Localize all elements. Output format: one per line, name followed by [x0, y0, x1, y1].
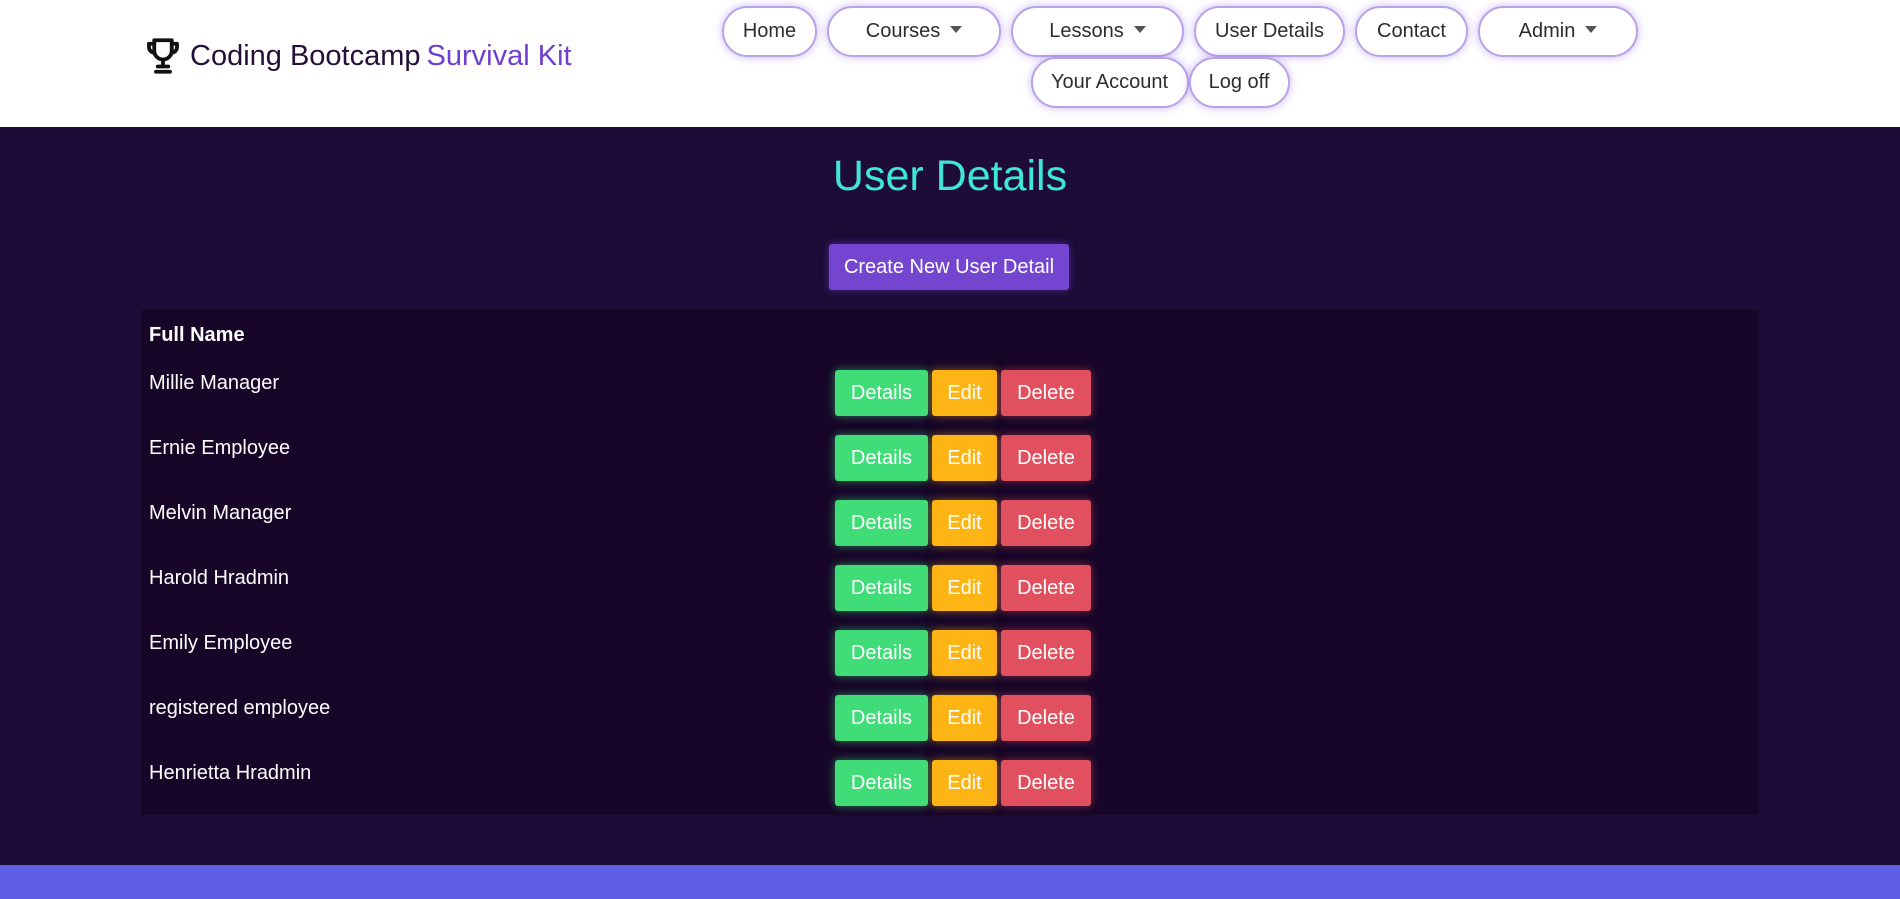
- site-footer: [0, 865, 1900, 899]
- edit-button[interactable]: Edit: [932, 630, 997, 676]
- table-row: registered employee Details Edit Delete: [141, 695, 1759, 760]
- details-button[interactable]: Details: [835, 630, 928, 676]
- full-name-cell: Ernie Employee: [149, 437, 291, 459]
- delete-button[interactable]: Delete: [1001, 435, 1091, 481]
- column-header-full-name: Full Name: [149, 324, 245, 346]
- table-row: Melvin Manager Details Edit Delete: [141, 500, 1759, 565]
- trophy-icon: [142, 35, 184, 77]
- delete-button[interactable]: Delete: [1001, 565, 1091, 611]
- chevron-down-icon: [950, 26, 963, 33]
- full-name-cell: Henrietta Hradmin: [149, 762, 312, 784]
- row-actions: Details Edit Delete: [835, 435, 1091, 481]
- edit-button[interactable]: Edit: [932, 500, 997, 546]
- nav-courses-dropdown[interactable]: Courses: [827, 6, 1001, 57]
- full-name-cell: Melvin Manager: [149, 502, 292, 524]
- full-name-cell: Harold Hradmin: [149, 567, 290, 589]
- edit-button[interactable]: Edit: [932, 695, 997, 741]
- row-actions: Details Edit Delete: [835, 370, 1091, 416]
- nav-courses-label: Courses: [865, 20, 941, 42]
- page-title: User Details: [832, 152, 1068, 200]
- delete-button[interactable]: Delete: [1001, 370, 1091, 416]
- details-button[interactable]: Details: [835, 370, 928, 416]
- user-details-table: Full Name Millie Manager Details Edit De…: [141, 310, 1759, 815]
- full-name-cell: registered employee: [149, 697, 331, 719]
- edit-button[interactable]: Edit: [932, 435, 997, 481]
- nav-your-account-label: Your Account: [1050, 71, 1169, 93]
- details-button[interactable]: Details: [835, 500, 928, 546]
- nav-user-details-label: User Details: [1215, 20, 1324, 42]
- nav-contact-label: Contact: [1377, 20, 1446, 42]
- details-button[interactable]: Details: [835, 435, 928, 481]
- delete-button[interactable]: Delete: [1001, 760, 1091, 806]
- details-button[interactable]: Details: [835, 695, 928, 741]
- nav-admin-label: Admin: [1518, 20, 1576, 42]
- delete-button[interactable]: Delete: [1001, 630, 1091, 676]
- nav-home-label: Home: [742, 20, 797, 42]
- delete-button[interactable]: Delete: [1001, 500, 1091, 546]
- row-actions: Details Edit Delete: [835, 630, 1091, 676]
- row-actions: Details Edit Delete: [835, 695, 1091, 741]
- delete-button[interactable]: Delete: [1001, 695, 1091, 741]
- nav-account-row: Your Account Log off: [700, 57, 1620, 108]
- nav-home[interactable]: Home: [722, 6, 817, 57]
- edit-button[interactable]: Edit: [932, 370, 997, 416]
- nav-log-off[interactable]: Log off: [1188, 57, 1290, 108]
- nav-lessons-label: Lessons: [1049, 20, 1124, 42]
- create-user-detail-button[interactable]: Create New User Detail: [829, 244, 1069, 290]
- main-nav: Home Courses Lessons User Details Contac…: [720, 6, 1640, 108]
- nav-your-account[interactable]: Your Account: [1030, 57, 1189, 108]
- edit-button[interactable]: Edit: [932, 760, 997, 806]
- details-button[interactable]: Details: [835, 565, 928, 611]
- nav-admin-dropdown[interactable]: Admin: [1478, 6, 1638, 57]
- site-header: Coding Bootcamp Survival Kit Home Course…: [0, 0, 1900, 127]
- brand-name-accent: Survival Kit: [426, 39, 572, 72]
- full-name-cell: Emily Employee: [149, 632, 293, 654]
- row-actions: Details Edit Delete: [835, 565, 1091, 611]
- full-name-cell: Millie Manager: [149, 372, 280, 394]
- nav-lessons-dropdown[interactable]: Lessons: [1011, 6, 1184, 57]
- table-row: Harold Hradmin Details Edit Delete: [141, 565, 1759, 630]
- row-actions: Details Edit Delete: [835, 500, 1091, 546]
- details-button[interactable]: Details: [835, 760, 928, 806]
- brand-name: Coding Bootcamp: [190, 39, 421, 72]
- table-row: Ernie Employee Details Edit Delete: [141, 435, 1759, 500]
- chevron-down-icon: [1133, 26, 1146, 33]
- nav-user-details[interactable]: User Details: [1194, 6, 1345, 57]
- edit-button[interactable]: Edit: [932, 565, 997, 611]
- nav-log-off-label: Log off: [1208, 71, 1270, 93]
- table-row: Emily Employee Details Edit Delete: [141, 630, 1759, 695]
- brand-link[interactable]: Coding Bootcamp Survival Kit: [142, 34, 572, 78]
- nav-contact[interactable]: Contact: [1355, 6, 1468, 57]
- table-row: Henrietta Hradmin Details Edit Delete: [141, 760, 1759, 825]
- row-actions: Details Edit Delete: [835, 760, 1091, 806]
- chevron-down-icon: [1585, 26, 1598, 33]
- table-row: Millie Manager Details Edit Delete: [141, 370, 1759, 435]
